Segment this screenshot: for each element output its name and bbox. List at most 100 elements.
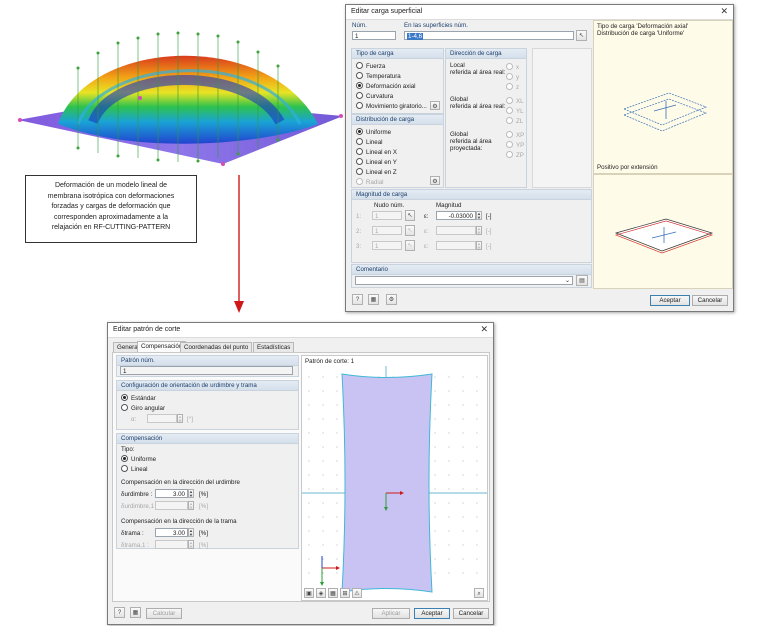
warp-field-2[interactable] xyxy=(155,501,188,510)
node-field-2[interactable]: 1 xyxy=(372,226,402,235)
surfaces-value: 1-4,6 xyxy=(407,33,424,40)
load-type-temperatura[interactable]: Temperatura xyxy=(356,72,401,80)
comment-library-icon[interactable]: ▤ xyxy=(576,275,588,286)
spinner-icon[interactable]: ▲ ▼ xyxy=(177,414,183,423)
pattern-header: Patrón núm. xyxy=(121,357,155,364)
dir-proj-xp[interactable]: XP xyxy=(506,131,524,139)
units-icon[interactable]: ▦ xyxy=(130,607,141,618)
units-icon[interactable]: ▦ xyxy=(368,294,379,305)
pattern-field[interactable]: 1 xyxy=(120,366,293,375)
load-type-curvatura[interactable]: Curvatura xyxy=(356,92,393,100)
surfaces-field[interactable]: 1-4,6 xyxy=(404,31,574,40)
caption-line: forzadas y cargas de deformación que xyxy=(51,203,171,210)
chevron-down-icon[interactable]: ⌄ xyxy=(565,277,570,286)
dir-proj-yp[interactable]: YP xyxy=(506,141,524,149)
pick-surfaces-icon[interactable]: ↖ xyxy=(576,30,587,41)
dist-uniforme[interactable]: Uniforme xyxy=(356,128,391,136)
nodes-icon[interactable]: ⊞ xyxy=(340,588,350,598)
membrane-model-render xyxy=(18,31,343,166)
help-icon[interactable]: ? xyxy=(352,294,363,305)
tab-coordenadas[interactable]: Coordenadas del punto xyxy=(180,342,253,352)
row-symbol: 1: xyxy=(356,213,362,220)
dir-global-yl[interactable]: YL xyxy=(506,107,524,115)
comment-field[interactable]: ⌄ xyxy=(355,276,573,285)
angle-field[interactable] xyxy=(147,414,177,423)
tab-estadisticas[interactable]: Estadísticas xyxy=(253,342,295,352)
preview-plate-icon xyxy=(614,218,714,254)
spinner-icon[interactable]: ▲ ▼ xyxy=(188,489,194,498)
pattern-canvas[interactable]: Patrón de corte: 1 ▣ ◈ ▦ ⊞ ⚠ ⌕ xyxy=(301,355,488,601)
orientation-group: Configuración de orientación de urdimbre… xyxy=(116,380,299,430)
pick-node-icon[interactable]: ↖ xyxy=(405,240,415,251)
unit-label: [-] xyxy=(486,243,492,250)
comp-uniforme[interactable]: Uniforme xyxy=(121,455,156,463)
warp-unit-2: [%] xyxy=(199,503,208,510)
cancel-button[interactable]: Cancelar xyxy=(692,295,728,306)
view-icon[interactable]: ▣ xyxy=(304,588,314,598)
comp-lineal[interactable]: Lineal xyxy=(121,465,148,473)
node-field-1[interactable]: 1 xyxy=(372,211,402,220)
ok-button[interactable]: Aceptar xyxy=(414,608,450,619)
dir-local-x[interactable]: x xyxy=(506,63,519,71)
dir-local-z[interactable]: z xyxy=(506,83,519,91)
epsilon-label: ε: xyxy=(424,213,429,220)
weft-unit-2: [%] xyxy=(199,542,208,549)
tab-compensacion[interactable]: Compensación xyxy=(137,341,187,352)
magnitude-field-3[interactable] xyxy=(436,241,476,250)
weft-field-2[interactable] xyxy=(155,540,188,549)
settings-icon[interactable]: ⚙ xyxy=(386,294,397,305)
rotation-settings-icon[interactable]: ⚙ xyxy=(430,101,440,110)
load-type-movimiento[interactable]: Movimiento giratorio... xyxy=(356,102,427,110)
dist-radial[interactable]: Radial xyxy=(356,178,384,186)
warp-row1-label: δurdimbre : xyxy=(121,491,153,498)
preview-description: Tipo de carga 'Deformación axial' Distri… xyxy=(597,23,689,37)
cancel-button[interactable]: Cancelar xyxy=(453,608,489,619)
weft-row1-label: δtrama : xyxy=(121,530,144,537)
node-field-3[interactable]: 1 xyxy=(372,241,402,250)
caption-line: relajación en RF-CUTTING-PATTERN xyxy=(51,224,171,231)
connector-arrow xyxy=(234,175,244,313)
weft-field[interactable]: 3.00 xyxy=(155,528,188,537)
epsilon-label: ε: xyxy=(424,243,429,250)
layers-icon[interactable]: ◈ xyxy=(316,588,326,598)
spinner-icon[interactable]: ▲ ▼ xyxy=(476,211,482,220)
pattern-drawing xyxy=(302,366,487,593)
apply-button[interactable]: Aplicar xyxy=(372,608,410,619)
radial-settings-icon[interactable]: ⚙ xyxy=(430,176,440,185)
orientation-giro[interactable]: Giro angular xyxy=(121,404,165,412)
dir-global-xl[interactable]: XL xyxy=(506,97,524,105)
dir-proj-zp[interactable]: ZP xyxy=(506,151,524,159)
spinner-icon[interactable]: ▲ ▼ xyxy=(188,528,194,537)
grid-icon[interactable]: ▦ xyxy=(328,588,338,598)
load-dist-group: Distribución de carga Uniforme Lineal Li… xyxy=(351,114,444,188)
dist-lineal-y[interactable]: Lineal en Y xyxy=(356,158,397,166)
dir-global-zl[interactable]: ZL xyxy=(506,117,523,125)
close-icon[interactable]: ✕ xyxy=(720,6,728,17)
pick-node-icon[interactable]: ↖ xyxy=(405,210,415,221)
warning-icon[interactable]: ⚠ xyxy=(352,588,362,598)
magnitude-field-2[interactable] xyxy=(436,226,476,235)
zoom-icon[interactable]: ⌕ xyxy=(474,588,484,598)
spinner-icon[interactable]: ▲ ▼ xyxy=(188,540,194,549)
orientation-estandar[interactable]: Estándar xyxy=(121,394,156,402)
load-type-fuerza[interactable]: Fuerza xyxy=(356,62,385,70)
dir-local-y[interactable]: y xyxy=(506,73,519,81)
spinner-icon[interactable]: ▲ ▼ xyxy=(188,501,194,510)
magnitude-field-1[interactable]: -0.03000 xyxy=(436,211,476,220)
spinner-icon[interactable]: ▲ ▼ xyxy=(476,226,482,235)
load-type-deformacion[interactable]: Deformación axial xyxy=(356,82,416,90)
unit-label: [-] xyxy=(486,228,492,235)
close-icon[interactable]: ✕ xyxy=(480,324,488,335)
dist-lineal-z[interactable]: Lineal en Z xyxy=(356,168,397,176)
caption-line: corresponden aproximadamente a la xyxy=(53,213,168,221)
pick-node-icon[interactable]: ↖ xyxy=(405,225,415,236)
calculate-button[interactable]: Calcular xyxy=(146,608,182,619)
dist-lineal[interactable]: Lineal xyxy=(356,138,383,146)
ok-button[interactable]: Aceptar xyxy=(650,295,690,306)
num-field[interactable]: 1 xyxy=(352,31,396,40)
dist-lineal-x[interactable]: Lineal en X xyxy=(356,148,397,156)
warp-field[interactable]: 3.00 xyxy=(155,489,188,498)
spinner-icon[interactable]: ▲ ▼ xyxy=(476,241,482,250)
help-icon[interactable]: ? xyxy=(114,607,125,618)
load-dir-group: Dirección de carga Local referida al áre… xyxy=(445,48,527,188)
